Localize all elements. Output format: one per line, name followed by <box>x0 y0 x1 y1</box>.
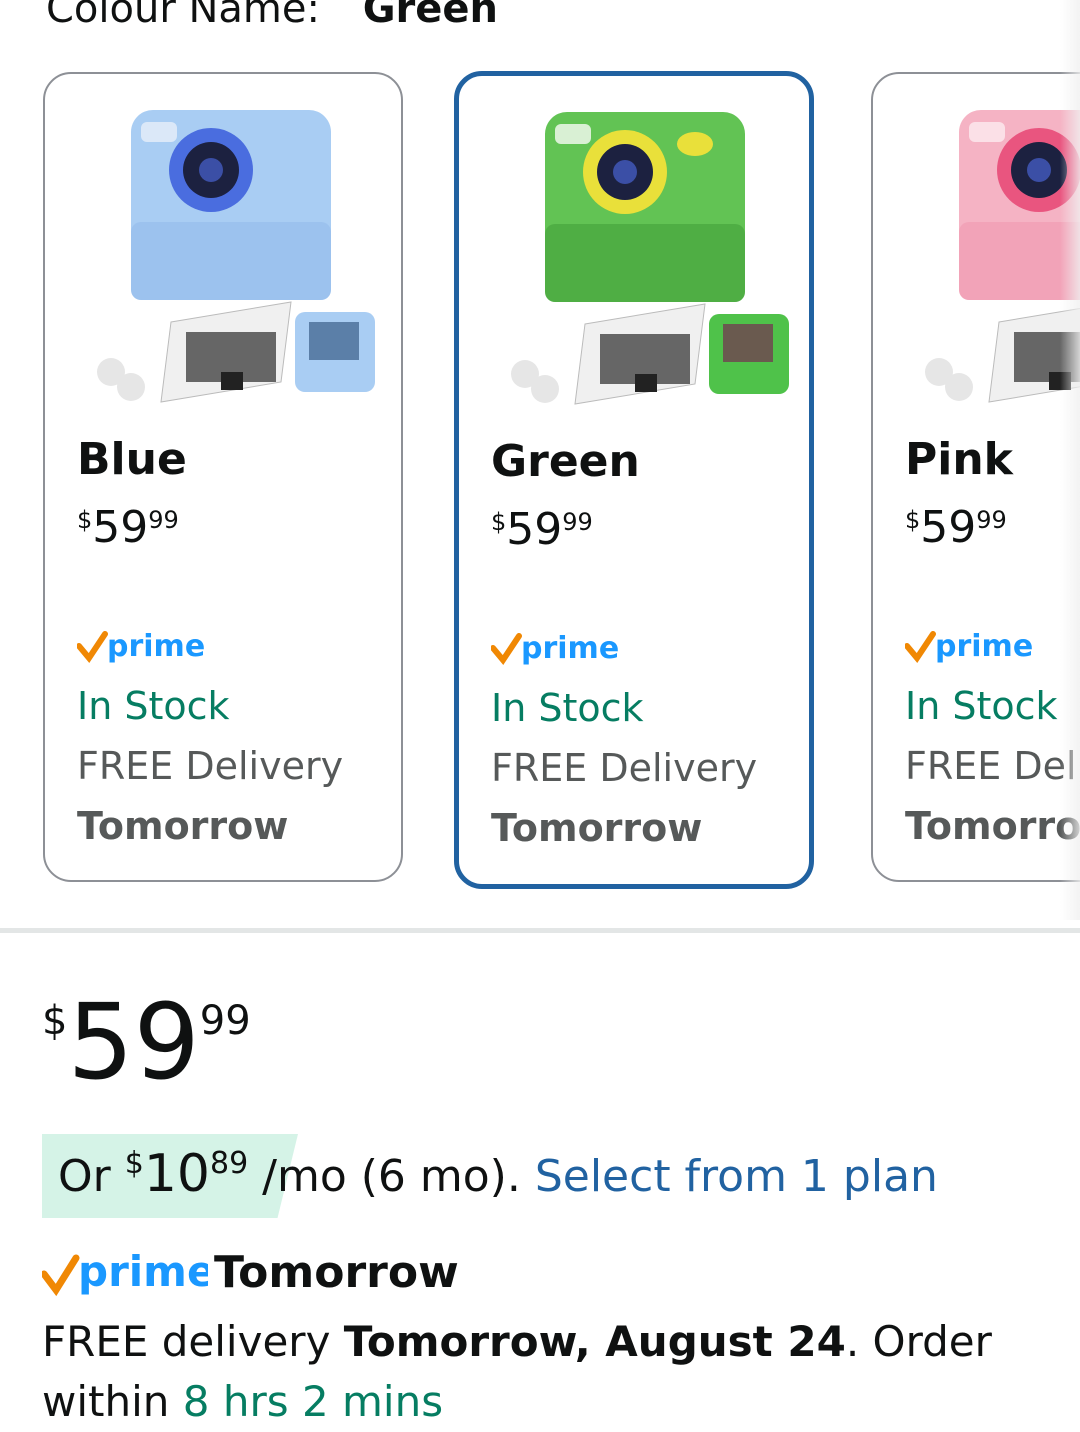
main-price: $5999 <box>42 990 251 1094</box>
stock-status: In Stock <box>77 684 230 728</box>
svg-text:prime: prime <box>935 629 1033 664</box>
installment-prefix: Or <box>58 1151 125 1202</box>
colour-name-value: Green <box>362 0 498 32</box>
price-currency: $ <box>491 508 507 536</box>
stock-status: In Stock <box>905 684 1058 728</box>
swatch-green[interactable]: Green $5999 prime In Stock FREE Delivery… <box>454 71 814 889</box>
svg-text:prime: prime <box>107 629 205 664</box>
colour-name-label: Colour Name: <box>46 0 320 32</box>
swatch-price: $5999 <box>905 502 1007 553</box>
order-countdown: 8 hrs 2 mins <box>182 1377 444 1426</box>
installment-fraction: 89 <box>209 1146 249 1181</box>
delivery-label: FREE Delivery <box>491 746 758 790</box>
swatch-name: Blue <box>77 434 187 485</box>
prime-delivery-day: Tomorrow <box>214 1246 459 1298</box>
delivery-day: Tomorrow <box>491 806 703 850</box>
section-divider <box>0 928 1080 933</box>
price-whole: 59 <box>92 502 149 553</box>
product-image <box>511 112 789 405</box>
prime-logo-icon: prime <box>77 629 205 664</box>
scroll-edge-shadow <box>1060 0 1080 920</box>
prime-delivery-line: prime Tomorrow <box>40 1242 459 1302</box>
price-currency: $ <box>905 506 921 534</box>
main-price-whole: 59 <box>67 981 200 1103</box>
prime-logo-icon: prime <box>905 629 1033 664</box>
prime-logo-icon: prime <box>40 1247 215 1297</box>
delivery-day: Tomorro <box>905 804 1080 848</box>
swatch-name: Green <box>491 436 640 487</box>
product-image <box>97 110 375 403</box>
installment-term: /mo (6 mo). <box>248 1151 535 1202</box>
delivery-message: FREE delivery Tomorrow, August 24. Order… <box>42 1312 1042 1432</box>
swatch-name: Pink <box>905 434 1013 485</box>
main-price-fraction: 99 <box>199 998 251 1044</box>
select-plan-link[interactable]: Select from 1 plan <box>535 1151 938 1202</box>
installment-whole: 10 <box>143 1144 210 1204</box>
price-currency: $ <box>77 506 93 534</box>
colour-name-row: Colour Name: Green <box>46 0 498 32</box>
swatch-pink[interactable]: Pink $5999 prime In Stock FREE Deli Tomo… <box>871 72 1080 882</box>
delivery-day: Tomorrow <box>77 804 289 848</box>
price-whole: 59 <box>506 504 563 555</box>
main-price-currency: $ <box>42 998 68 1044</box>
delivery-label: FREE Delivery <box>77 744 344 788</box>
price-fraction: 99 <box>562 508 593 536</box>
stock-status: In Stock <box>491 686 644 730</box>
svg-text:prime: prime <box>78 1247 208 1296</box>
delivery-text-1: FREE delivery <box>42 1317 344 1366</box>
installment-offer: Or $1089 /mo (6 mo). Select from 1 plan <box>42 1134 938 1218</box>
price-fraction: 99 <box>148 506 179 534</box>
delivery-date: Tomorrow, August 24 <box>343 1317 846 1366</box>
product-image <box>925 110 1080 403</box>
installment-currency: $ <box>124 1146 144 1181</box>
price-fraction: 99 <box>976 506 1007 534</box>
swatch-price: $5999 <box>491 504 593 555</box>
swatch-price: $5999 <box>77 502 179 553</box>
svg-text:prime: prime <box>521 631 619 666</box>
price-whole: 59 <box>920 502 977 553</box>
prime-logo-icon: prime <box>491 631 619 666</box>
delivery-label: FREE Deli <box>905 744 1080 788</box>
swatch-blue[interactable]: Blue $5999 prime In Stock FREE Delivery … <box>43 72 403 882</box>
